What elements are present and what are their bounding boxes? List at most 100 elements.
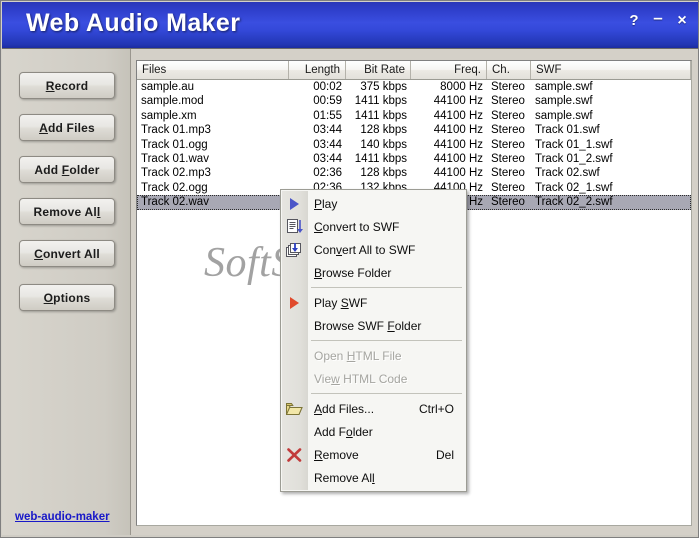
- menu-remove[interactable]: Remove Del: [281, 443, 466, 466]
- file-list-row[interactable]: Track 02.mp3 02:36 128 kbps 44100 Hz Stereo T…: [137, 166, 691, 180]
- file-list-row[interactable]: sample.xm 01:55 1411 kbps 44100 Hz Stereo sam…: [137, 109, 691, 123]
- add-files-button[interactable]: Add Files: [19, 114, 115, 141]
- column-header-swf[interactable]: SWF: [531, 61, 691, 79]
- sidebar-button-label: Options: [43, 290, 91, 305]
- file-list-header: Files Length Bit Rate Freq. Ch. SWF: [137, 61, 691, 80]
- cell-length: 01:55: [313, 109, 342, 122]
- folder-open-icon: [281, 397, 308, 420]
- cell-swf: sample.swf: [535, 109, 593, 122]
- play-red-icon: [281, 291, 308, 314]
- remove-all-button[interactable]: Remove All: [19, 198, 115, 225]
- cell-bitrate: 1411 kbps: [354, 152, 407, 165]
- menu-separator: [311, 393, 462, 394]
- menu-icon-none: [281, 367, 308, 390]
- cell-freq: 44100 Hz: [433, 152, 483, 165]
- remove-x-icon: [281, 443, 308, 466]
- cell-file: Track 02.wav: [141, 196, 209, 209]
- cell-freq: 44100 Hz: [433, 124, 483, 137]
- cell-swf: Track 01_2.swf: [535, 152, 613, 165]
- cell-swf: Track 02.swf: [535, 167, 600, 180]
- menu-item-label: Play SWF: [314, 295, 368, 310]
- file-list-row[interactable]: sample.mod 00:59 1411 kbps 44100 Hz Stereo sa…: [137, 94, 691, 108]
- cell-bitrate: 1411 kbps: [354, 109, 407, 122]
- cell-ch: Stereo: [491, 138, 525, 151]
- cell-ch: Stereo: [491, 109, 525, 122]
- menu-separator: [311, 287, 462, 288]
- close-button[interactable]: ×: [675, 13, 689, 29]
- cell-length: 02:36: [313, 167, 342, 180]
- menu-remove-all[interactable]: Remove All: [281, 466, 466, 489]
- play-blue-icon: [281, 192, 308, 215]
- cell-freq: 44100 Hz: [433, 138, 483, 151]
- cell-bitrate: 128 kbps: [360, 124, 407, 137]
- cell-ch: Stereo: [491, 196, 525, 209]
- sidebar-button-label: Convert All: [34, 246, 100, 261]
- add-folder-button[interactable]: Add Folder: [19, 156, 115, 183]
- cell-length: 03:44: [313, 152, 342, 165]
- sidebar: Record Add Files Add Folder Remove All Conve…: [2, 49, 131, 537]
- cell-file: Track 01.ogg: [141, 138, 208, 151]
- column-header-length[interactable]: Length: [289, 61, 346, 79]
- cell-length: 00:59: [313, 95, 342, 108]
- cell-file: Track 01.wav: [141, 152, 209, 165]
- menu-add-files[interactable]: Add Files... Ctrl+O: [281, 397, 466, 420]
- cell-bitrate: 1411 kbps: [354, 95, 407, 108]
- record-button[interactable]: Record: [19, 72, 115, 99]
- menu-icon-none: [281, 344, 308, 367]
- menu-item-label: Remove: [314, 447, 359, 462]
- column-header-bit-rate[interactable]: Bit Rate: [346, 61, 411, 79]
- menu-convert-all-to-swf[interactable]: Convert All to SWF: [281, 238, 466, 261]
- cell-length: 00:02: [313, 81, 342, 93]
- cell-freq: 44100 Hz: [433, 109, 483, 122]
- menu-item-label: Browse Folder: [314, 265, 392, 280]
- menu-play[interactable]: Play: [281, 192, 466, 215]
- cell-ch: Stereo: [491, 95, 525, 108]
- options-button[interactable]: Options: [19, 284, 115, 311]
- menu-add-folder[interactable]: Add Folder: [281, 420, 466, 443]
- cell-swf: Track 02_2.swf: [535, 196, 613, 209]
- menu-icon-none: [281, 466, 308, 489]
- cell-freq: 8000 Hz: [440, 81, 483, 93]
- menu-item-label: Add Files...: [314, 401, 375, 416]
- file-list-row[interactable]: sample.au 00:02 375 kbps 8000 Hz Stereo sampl…: [137, 80, 691, 94]
- cell-ch: Stereo: [491, 167, 525, 180]
- file-list-row[interactable]: Track 01.wav 03:44 1411 kbps 44100 Hz Stereo…: [137, 152, 691, 166]
- play-triangle: [290, 296, 299, 309]
- column-header-ch[interactable]: Ch.: [487, 61, 531, 79]
- file-list-row[interactable]: Track 01.mp3 03:44 128 kbps 44100 Hz Stereo T…: [137, 123, 691, 137]
- cell-bitrate: 375 kbps: [360, 81, 407, 93]
- menu-item-label: Remove All: [314, 470, 375, 485]
- title-bar: Web Audio Maker ? – ×: [2, 2, 698, 49]
- menu-item-label: Add Folder: [314, 424, 373, 439]
- convert-all-button[interactable]: Convert All: [19, 240, 115, 267]
- menu-browse-swf-folder[interactable]: Browse SWF Folder: [281, 314, 466, 337]
- column-header-files[interactable]: Files: [137, 61, 289, 79]
- convert-doc-icon: [281, 215, 308, 238]
- help-button[interactable]: ?: [627, 13, 641, 28]
- cell-length: 03:44: [313, 138, 342, 151]
- menu-convert-to-swf[interactable]: Convert to SWF: [281, 215, 466, 238]
- cell-ch: Stereo: [491, 152, 525, 165]
- sidebar-button-label: Add Folder: [34, 162, 100, 177]
- app-title: Web Audio Maker: [26, 9, 241, 37]
- context-menu[interactable]: Play Convert to SWF Convert All to SWF Brow…: [280, 189, 467, 492]
- cell-file: sample.mod: [141, 95, 204, 108]
- cell-swf: Track 01_1.swf: [535, 138, 613, 151]
- window-bottom-edge: [2, 535, 698, 537]
- cell-file: sample.xm: [141, 109, 197, 122]
- file-list-row[interactable]: Track 01.ogg 03:44 140 kbps 44100 Hz Stereo T…: [137, 138, 691, 152]
- menu-play-swf[interactable]: Play SWF: [281, 291, 466, 314]
- web-audio-maker-link[interactable]: web-audio-maker: [15, 511, 110, 523]
- cell-swf: sample.swf: [535, 95, 593, 108]
- minimize-button[interactable]: –: [651, 9, 665, 26]
- column-header-freq[interactable]: Freq.: [411, 61, 487, 79]
- cell-swf: Track 01.swf: [535, 124, 600, 137]
- cell-bitrate: 140 kbps: [360, 138, 407, 151]
- menu-icon-none: [281, 261, 308, 284]
- sidebar-button-label: Record: [45, 78, 89, 93]
- menu-item-label: Convert to SWF: [314, 219, 400, 234]
- menu-item-shortcut: Del: [435, 447, 454, 462]
- menu-separator: [311, 340, 462, 341]
- menu-item-label: View HTML Code: [314, 371, 408, 386]
- menu-browse-folder[interactable]: Browse Folder: [281, 261, 466, 284]
